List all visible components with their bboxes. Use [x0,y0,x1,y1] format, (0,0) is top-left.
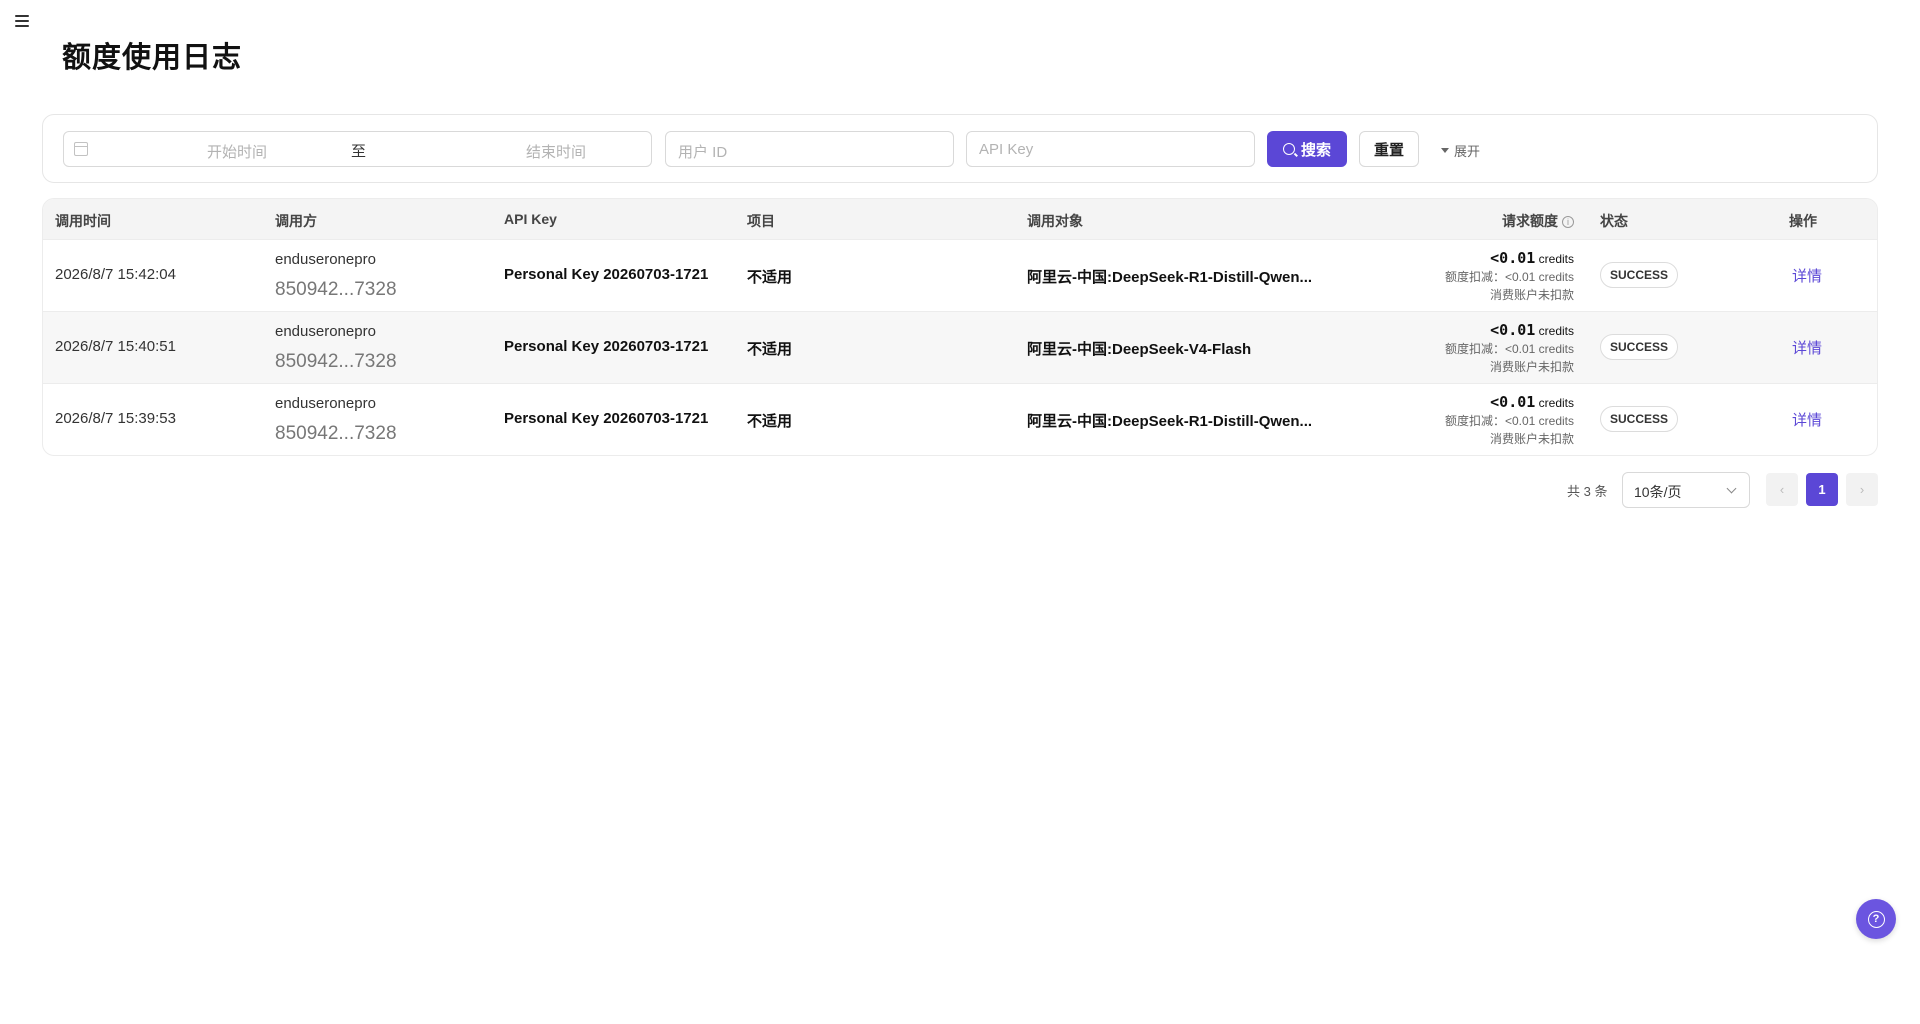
table-row: 2026/8/7 15:39:53 enduseronepro 850942..… [43,384,1877,455]
table-row: 2026/8/7 15:40:51 enduseronepro 850942..… [43,312,1877,384]
call-time: 2026/8/7 15:40:51 [55,338,176,355]
reset-button-label: 重置 [1373,141,1404,159]
user-id-placeholder: 用户 ID [678,144,728,161]
credits-unit: credits [1538,396,1574,410]
project-name: 不适用 [747,341,793,358]
credits-deduct: 额度扣减：<0.01 credits [1444,342,1574,356]
chevron-left-icon: ‹ [1779,482,1785,497]
detail-link[interactable]: 详情 [1792,337,1822,358]
caller-name: enduseronepro [275,251,376,268]
status-badge: SUCCESS [1600,334,1679,360]
caret-down-icon [1441,148,1449,153]
page-title: 额度使用日志 [62,42,243,74]
date-range-picker[interactable]: 开始时间 至 结束时间 [63,131,652,167]
range-separator: 至 [351,143,367,160]
credits-note: 消费账户未扣款 [1489,360,1574,374]
page-button-current[interactable]: 1 [1806,473,1838,506]
search-button[interactable]: 搜索 [1267,131,1347,167]
detail-link[interactable]: 详情 [1792,265,1822,286]
usage-log-table: 调用时间 调用方 API Key 项目 调用对象 请求额度 i 状态 操作 202… [42,198,1878,456]
credits-unit: credits [1538,324,1574,338]
api-key-name: Personal Key 20260703-1721 [504,266,709,283]
end-time-placeholder[interactable]: 结束时间 [471,141,641,162]
caller-name: enduseronepro [275,395,376,412]
credits-note: 消费账户未扣款 [1489,432,1574,446]
search-button-label: 搜索 [1300,141,1331,159]
call-target: 阿里云-中国:DeepSeek-R1-Distill-Qwen... [1027,269,1313,286]
caller-id: 850942...7328 [275,279,397,300]
filter-bar: 开始时间 至 结束时间 用户 ID API Key 搜索 重置 展开 [42,114,1878,183]
credits-deduct: 额度扣减：<0.01 credits [1444,270,1574,284]
api-key-input[interactable]: API Key [966,131,1255,167]
info-circle-icon[interactable]: i [1562,216,1574,228]
page-size-select[interactable]: 10条/页 [1622,472,1750,508]
expand-toggle[interactable]: 展开 [1441,141,1480,160]
column-header-target: 调用对象 [1027,213,1083,229]
column-header-api-key: API Key [504,211,557,227]
user-id-input[interactable]: 用户 ID [665,131,954,167]
column-header-status: 状态 [1600,213,1628,229]
chevron-right-icon: › [1859,482,1865,497]
call-target: 阿里云-中国:DeepSeek-V4-Flash [1027,341,1252,358]
expand-label: 展开 [1454,144,1481,159]
column-header-time: 调用时间 [55,213,111,229]
detail-link[interactable]: 详情 [1792,409,1822,430]
chevron-down-icon [1726,483,1737,494]
project-name: 不适用 [747,413,793,430]
caller-id: 850942...7328 [275,351,397,372]
start-time-placeholder[interactable]: 开始时间 [152,141,322,162]
next-page-button[interactable]: › [1846,473,1878,506]
api-key-name: Personal Key 20260703-1721 [504,410,709,427]
credits-header-label: 请求额度 [1502,213,1558,229]
credits-amount: <0.01 [1490,321,1536,339]
api-key-name: Personal Key 20260703-1721 [504,338,709,355]
table-header: 调用时间 调用方 API Key 项目 调用对象 请求额度 i 状态 操作 [43,199,1877,240]
status-badge: SUCCESS [1600,262,1679,288]
pagination-total: 共 3 条 [1567,484,1608,499]
credits-cell: <0.01 credits 额度扣减：<0.01 credits 消费账户未扣款 [1445,249,1574,304]
search-icon [1282,143,1295,155]
calendar-icon [74,142,88,156]
menu-collapse-icon[interactable] [15,14,31,28]
credits-amount: <0.01 [1490,393,1536,411]
call-target: 阿里云-中国:DeepSeek-R1-Distill-Qwen... [1027,413,1313,430]
question-circle-icon: ? [1867,910,1885,928]
credits-cell: <0.01 credits 额度扣减：<0.01 credits 消费账户未扣款 [1445,321,1574,376]
call-time: 2026/8/7 15:42:04 [55,266,176,283]
credits-cell: <0.01 credits 额度扣减：<0.01 credits 消费账户未扣款 [1445,393,1574,448]
credits-deduct: 额度扣减：<0.01 credits [1444,414,1574,428]
api-key-placeholder: API Key [979,141,1034,158]
column-header-caller: 调用方 [275,213,317,229]
project-name: 不适用 [747,269,793,286]
credits-note: 消费账户未扣款 [1489,288,1574,302]
column-header-credits: 请求额度 i [1502,211,1574,231]
column-header-action: 操作 [1789,213,1817,229]
credits-amount: <0.01 [1490,249,1536,267]
prev-page-button[interactable]: ‹ [1766,473,1798,506]
table-row: 2026/8/7 15:42:04 enduseronepro 850942..… [43,240,1877,312]
credits-unit: credits [1538,252,1574,266]
reset-button[interactable]: 重置 [1359,131,1419,167]
column-header-project: 项目 [747,213,775,229]
status-badge: SUCCESS [1600,406,1679,432]
caller-id: 850942...7328 [275,423,397,444]
page-size-value: 10条/页 [1634,484,1682,500]
caller-name: enduseronepro [275,323,376,340]
call-time: 2026/8/7 15:39:53 [55,410,176,427]
help-button[interactable]: ? [1856,899,1896,939]
